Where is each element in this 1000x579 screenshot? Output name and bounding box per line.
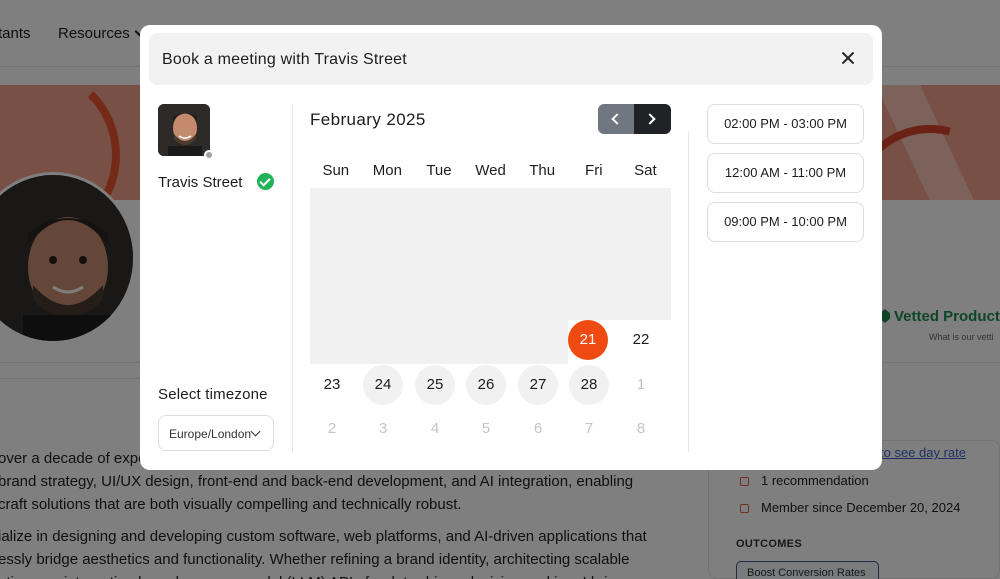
time-slot-button[interactable]: 12:00 AM - 11:00 PM	[707, 153, 864, 193]
timezone-select[interactable]: Europe/London	[158, 415, 274, 451]
chevron-down-icon	[250, 426, 261, 437]
weekday-label: Mon	[372, 162, 402, 179]
calendar-day-next-month: 5	[481, 420, 491, 437]
consultant-panel: Travis Street Select timezone Europe/Lon…	[140, 104, 292, 452]
time-slot-button[interactable]: 09:00 PM - 10:00 PM	[707, 202, 864, 242]
verified-check-icon	[257, 173, 274, 190]
calendar-day[interactable]: 22	[621, 320, 661, 360]
weekday-label: Fri	[585, 162, 603, 179]
consultant-photo	[158, 104, 210, 156]
timezone-label: Select timezone	[158, 386, 268, 403]
weekday-label: Thu	[529, 162, 556, 179]
weekday-label: Tue	[426, 162, 452, 179]
calendar-day-available[interactable]: 24	[363, 365, 403, 405]
next-month-button[interactable]	[634, 104, 671, 134]
modal-header: Book a meeting with Travis Street	[149, 33, 873, 85]
consultant-avatar	[158, 104, 210, 156]
month-navigation	[598, 104, 671, 134]
calendar-day-next-month: 3	[378, 420, 388, 437]
calendar-day-next-month: 4	[430, 420, 440, 437]
calendar-day-available[interactable]: 25	[415, 365, 455, 405]
chevron-left-icon	[611, 113, 623, 125]
divider	[292, 104, 293, 452]
calendar-day-available[interactable]: 26	[466, 365, 506, 405]
divider	[688, 131, 689, 452]
calendar-day-available[interactable]: 27	[518, 365, 558, 405]
weekday-label: Wed	[475, 162, 506, 179]
weekday-label: Sun	[322, 162, 350, 179]
calendar-day-available[interactable]: 28	[569, 365, 609, 405]
calendar-unavailable-region	[310, 320, 568, 364]
calendar-month-title: February 2025	[310, 110, 426, 129]
calendar-day-next-month: 2	[327, 420, 337, 437]
booking-modal: Book a meeting with Travis Street Travis…	[140, 25, 882, 470]
calendar-day[interactable]: 23	[312, 365, 352, 405]
close-icon[interactable]	[837, 47, 859, 69]
calendar-day-next-month: 1	[636, 376, 646, 393]
calendar-unavailable-region	[310, 188, 671, 320]
calendar-day-selected[interactable]: 21	[568, 320, 608, 360]
status-indicator	[204, 150, 214, 160]
calendar-day-next-month: 6	[533, 420, 543, 437]
calendar-day-next-month: 7	[584, 420, 594, 437]
consultant-name: Travis Street	[158, 174, 243, 191]
time-slot-button[interactable]: 02:00 PM - 03:00 PM	[707, 104, 864, 144]
chevron-right-icon	[644, 113, 656, 125]
previous-month-button[interactable]	[598, 104, 634, 134]
modal-title: Book a meeting with Travis Street	[162, 51, 407, 68]
calendar-day-next-month: 8	[636, 420, 646, 437]
weekday-label: Sat	[634, 162, 657, 179]
timezone-value: Europe/London	[169, 427, 252, 441]
